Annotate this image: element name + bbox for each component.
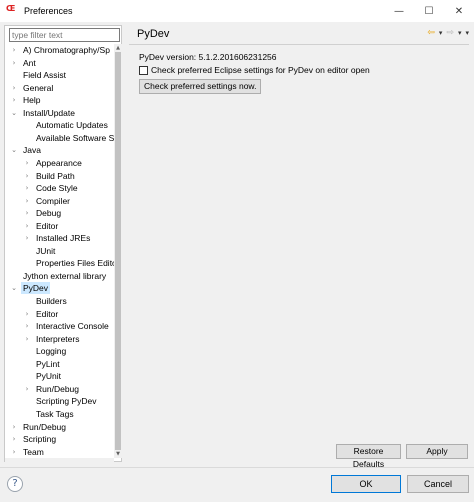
expand-chevron-icon[interactable]: ›: [23, 383, 31, 395]
expand-chevron-icon[interactable]: ›: [23, 207, 31, 219]
window-title: Preferences: [24, 6, 73, 16]
scroll-up-arrow-icon[interactable]: ▲: [114, 44, 122, 52]
preferred-settings-checkbox-label: Check preferred Eclipse settings for PyD…: [151, 65, 370, 75]
apply-button[interactable]: Apply: [406, 444, 468, 459]
window-controls: — ☐ ✕: [384, 0, 474, 22]
preferences-tree-pane: › A) Chromatography/Sp › Ant Field Assist › Ge…: [4, 25, 122, 462]
tree-item-label: Scripting PyDev: [36, 396, 97, 407]
tree-item-label: Run/Debug: [36, 383, 80, 394]
tree-item-label: Install/Update: [23, 107, 75, 118]
tree-item-label: Builders: [36, 296, 67, 306]
tree-vertical-scrollbar[interactable]: ▲ ▼: [114, 44, 122, 458]
expand-chevron-icon[interactable]: ›: [23, 232, 31, 244]
expand-chevron-icon[interactable]: ›: [10, 433, 18, 445]
collapse-chevron-icon[interactable]: ⌄: [10, 107, 18, 119]
forward-history-dropdown-icon[interactable]: ▾: [458, 29, 462, 37]
expand-chevron-icon[interactable]: ›: [23, 195, 31, 207]
ok-button[interactable]: OK: [331, 475, 401, 493]
tree-item-label: Appearance: [36, 157, 82, 168]
forward-arrow-icon[interactable]: ⇨: [446, 28, 454, 38]
tree-item-label: Available Software S: [36, 132, 114, 143]
expand-chevron-icon[interactable]: ›: [23, 308, 31, 320]
expand-chevron-icon[interactable]: ›: [10, 57, 18, 69]
preference-page: PyDev ⇦ ▾ ⇨ ▾ ▾ PyDev version: 5.1.2.201…: [129, 25, 469, 469]
tree-item-label: JUnit: [36, 245, 56, 256]
minimize-button[interactable]: —: [384, 0, 414, 22]
tree-item-label: General: [23, 82, 54, 93]
expand-chevron-icon[interactable]: ›: [10, 446, 18, 458]
expand-chevron-icon[interactable]: ›: [23, 157, 31, 169]
tree-item-label: Scripting: [23, 434, 57, 445]
tree-item-label: Debug: [36, 208, 62, 219]
scroll-down-arrow-icon[interactable]: ▼: [114, 450, 122, 458]
tree-item-label: Code Style: [36, 183, 78, 194]
tree-item-label: Build Path: [36, 170, 75, 181]
tree-item-label: Task Tags: [36, 408, 74, 419]
title-bar: Œ Preferences — ☐ ✕: [0, 0, 474, 22]
page-title: PyDev: [137, 28, 170, 40]
preferences-tree: › A) Chromatography/Sp › Ant Field Assist › Ge…: [5, 44, 114, 458]
page-nav-toolbar: ⇦ ▾ ⇨ ▾ ▾: [423, 28, 469, 38]
tree-item-label: Jython external library: [23, 270, 107, 281]
help-icon[interactable]: ?: [7, 476, 23, 492]
tree-item-label: Compiler: [36, 195, 71, 206]
tree-item-label: Field Assist: [23, 70, 66, 81]
expand-chevron-icon[interactable]: ›: [23, 182, 31, 194]
tree-item-label: Editor: [36, 220, 59, 231]
preferred-settings-checkbox[interactable]: [139, 65, 148, 75]
tree-item-label: Editor: [36, 308, 59, 319]
tree-item-label: Java: [23, 145, 41, 156]
expand-chevron-icon[interactable]: ›: [10, 421, 18, 433]
collapse-chevron-icon[interactable]: ⌄: [10, 144, 18, 156]
tree-item-label: Interactive Console: [36, 321, 109, 332]
tree-item-label: Run/Debug: [23, 421, 67, 432]
tree-item-label: Team: [23, 446, 44, 457]
restore-defaults-button[interactable]: Restore Defaults: [336, 444, 401, 469]
expand-chevron-icon[interactable]: ›: [23, 170, 31, 182]
header-separator: [129, 44, 469, 45]
filter-input[interactable]: [9, 28, 120, 42]
eclipse-app-icon: Œ: [6, 4, 16, 13]
tree-item-label: Logging: [36, 346, 67, 357]
back-history-dropdown-icon[interactable]: ▾: [439, 29, 443, 37]
collapse-chevron-icon[interactable]: ⌄: [10, 282, 18, 294]
tree-item-label: Interpreters: [36, 333, 80, 344]
cancel-button[interactable]: Cancel: [407, 475, 469, 493]
tree-item-label: Ant: [23, 57, 36, 68]
tree-item-label: Properties Files Edito: [36, 258, 114, 269]
expand-chevron-icon[interactable]: ›: [23, 320, 31, 332]
tree-item-label: Help: [23, 95, 41, 106]
scrollbar-thumb[interactable]: [115, 52, 121, 450]
footer-separator: [0, 467, 474, 468]
tree-item-label: PyDev: [21, 282, 51, 295]
tree-item-label: Automatic Updates: [36, 120, 108, 131]
tree-item-label: A) Chromatography/Sp: [23, 45, 110, 55]
maximize-button[interactable]: ☐: [414, 0, 444, 22]
expand-chevron-icon[interactable]: ›: [23, 333, 31, 345]
expand-chevron-icon[interactable]: ›: [10, 44, 18, 56]
preferred-settings-option[interactable]: Check preferred Eclipse settings for PyD…: [139, 65, 370, 75]
tree-item-label: Installed JREs: [36, 233, 91, 244]
tree-horizontal-scrollbar[interactable]: [5, 458, 114, 462]
tree-item-label: PyUnit: [36, 371, 62, 382]
close-button[interactable]: ✕: [444, 0, 474, 22]
tree-item-label: PyLint: [36, 358, 60, 369]
pydev-version-label: PyDev version: 5.1.2.201606231256: [139, 52, 277, 62]
view-menu-icon[interactable]: ▾: [465, 29, 469, 37]
expand-chevron-icon[interactable]: ›: [10, 82, 18, 94]
expand-chevron-icon[interactable]: ›: [23, 220, 31, 232]
check-preferred-settings-button[interactable]: Check preferred settings now.: [139, 79, 262, 94]
expand-chevron-icon[interactable]: ›: [10, 94, 18, 106]
back-arrow-icon[interactable]: ⇦: [427, 28, 435, 38]
